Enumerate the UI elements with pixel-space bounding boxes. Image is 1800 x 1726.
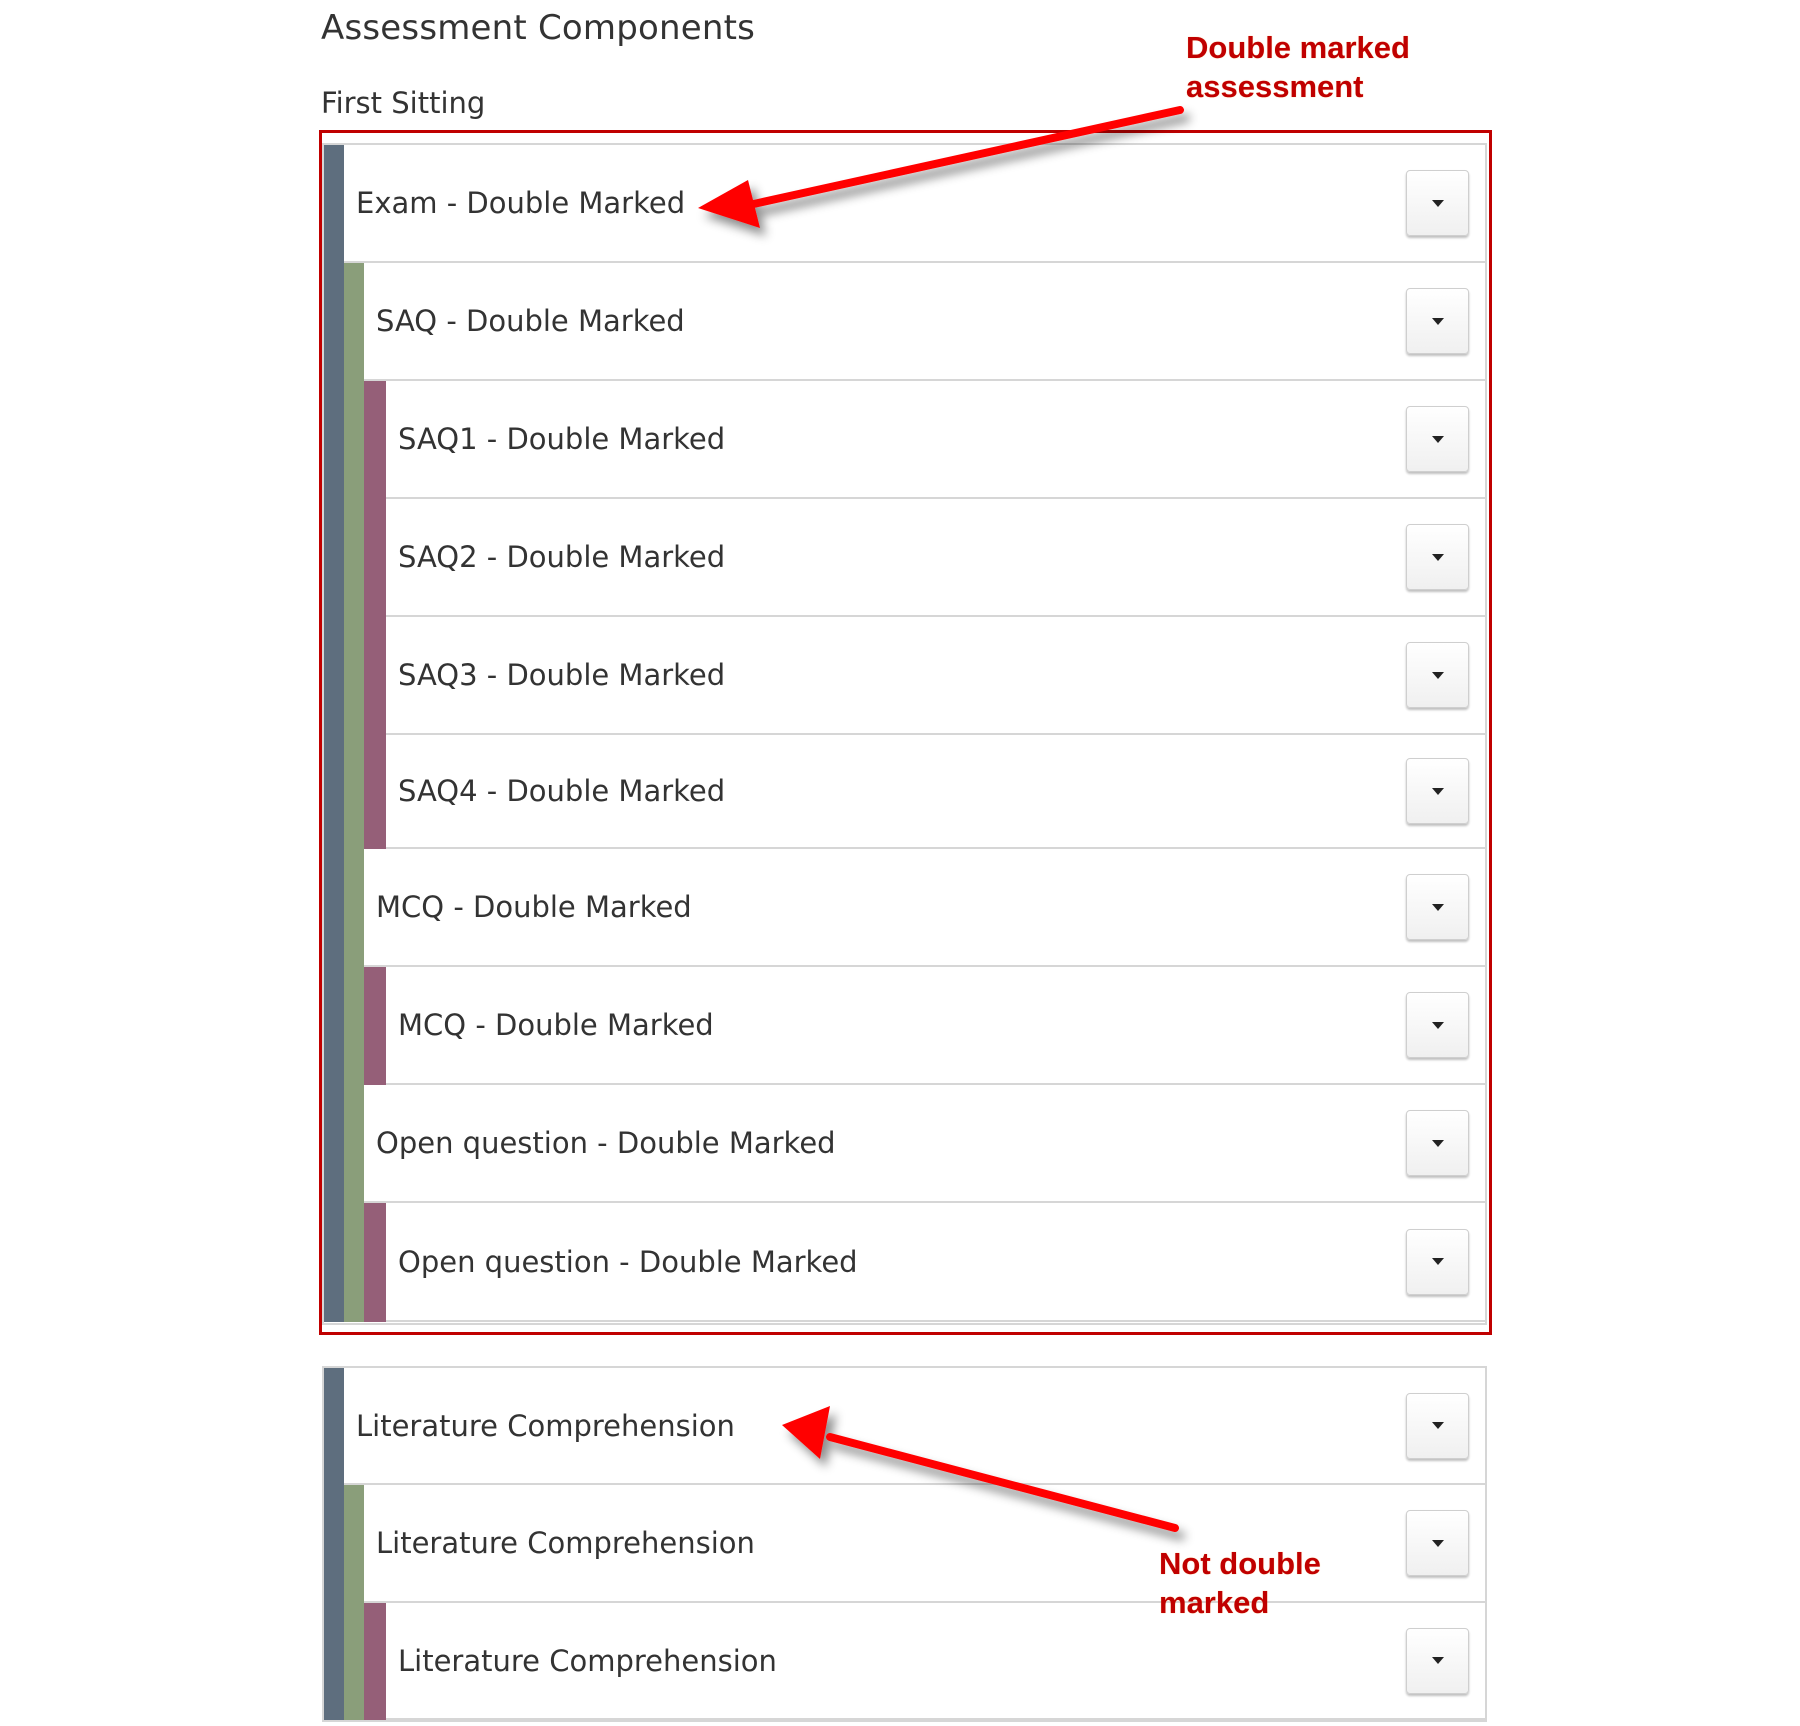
annotation-overlay bbox=[460, 106, 1184, 1532]
annotation-arrow-not-double-marked bbox=[782, 1406, 1179, 1532]
annotation-arrow-double-marked bbox=[698, 106, 1184, 228]
